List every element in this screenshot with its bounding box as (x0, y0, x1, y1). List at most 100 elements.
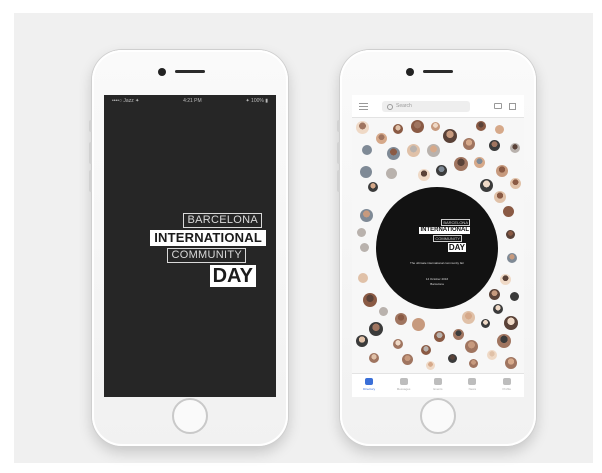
member-avatar[interactable] (411, 318, 425, 332)
member-avatar[interactable] (393, 339, 404, 350)
home-button[interactable] (420, 398, 456, 434)
tab-label: Directory (363, 387, 376, 391)
directory-icon (365, 378, 374, 385)
member-avatar[interactable] (452, 328, 464, 340)
member-avatar[interactable] (387, 147, 401, 161)
member-avatar[interactable] (402, 354, 414, 366)
member-avatar[interactable] (494, 125, 504, 135)
search-icon (387, 104, 393, 110)
member-avatar[interactable] (359, 209, 373, 223)
member-avatar[interactable] (411, 120, 425, 134)
tab-directory[interactable]: Directory (355, 378, 383, 391)
member-avatar[interactable] (393, 123, 404, 134)
search-input[interactable]: Search (382, 101, 470, 112)
tab-label: News (468, 387, 477, 391)
member-avatar[interactable] (480, 318, 490, 328)
tab-label: Events (433, 387, 443, 391)
event-tagline: The ultimate international community fai… (409, 261, 465, 265)
member-avatar[interactable] (406, 144, 420, 158)
grid-view-icon[interactable] (509, 103, 516, 110)
member-avatar[interactable] (417, 168, 430, 181)
mute-switch (89, 120, 92, 132)
member-avatar[interactable] (504, 316, 519, 330)
tab-events[interactable]: Events (424, 378, 452, 391)
volume-down-button (89, 170, 92, 192)
menu-icon[interactable] (359, 103, 368, 110)
member-avatar[interactable] (376, 133, 388, 145)
event-banner-circle[interactable]: BARCELONA INTERNATIONAL COMMUNITY DAY Th… (376, 187, 498, 309)
tab-profile[interactable]: Profile (493, 378, 521, 391)
member-avatar[interactable] (473, 156, 485, 168)
member-avatar[interactable] (367, 182, 378, 193)
member-avatar[interactable] (433, 331, 445, 343)
logo-day: DAY (447, 243, 466, 252)
event-date: 14 October 2016 (425, 277, 449, 281)
member-avatar[interactable] (509, 291, 519, 301)
logo-international: INTERNATIONAL (150, 230, 266, 246)
member-avatar[interactable] (486, 349, 497, 360)
member-avatar[interactable] (359, 166, 372, 179)
member-avatar[interactable] (504, 357, 517, 370)
member-avatar[interactable] (379, 307, 389, 317)
member-avatar[interactable] (442, 128, 457, 143)
logo-barcelona: BARCELONA (183, 213, 262, 228)
profile-icon (502, 378, 511, 385)
member-avatar[interactable] (509, 143, 520, 154)
member-avatar[interactable] (462, 311, 476, 325)
mute-switch (337, 120, 340, 132)
app-header: Search (352, 95, 524, 118)
member-avatar[interactable] (489, 288, 501, 300)
member-avatar[interactable] (386, 168, 398, 180)
member-avatar[interactable] (493, 304, 504, 315)
member-avatar[interactable] (464, 340, 478, 354)
filter-icon[interactable] (494, 103, 502, 109)
member-avatar[interactable] (499, 274, 511, 286)
tab-messages[interactable]: Messages (390, 378, 418, 391)
front-camera (158, 68, 166, 76)
member-avatar[interactable] (427, 143, 441, 157)
member-avatar[interactable] (356, 121, 370, 135)
tab-news[interactable]: News (458, 378, 486, 391)
member-avatar[interactable] (494, 190, 507, 203)
member-avatar[interactable] (355, 335, 368, 348)
member-avatar[interactable] (448, 353, 458, 363)
battery-indicator: ✦ 100% ▮ (245, 98, 268, 104)
member-avatar[interactable] (479, 179, 493, 192)
member-avatar[interactable] (436, 164, 447, 176)
logo-international: INTERNATIONAL (419, 227, 470, 234)
member-avatar[interactable] (505, 229, 515, 239)
status-time: 4:21 PM (183, 98, 202, 104)
event-logo: BARCELONA INTERNATIONAL COMMUNITY DAY (118, 213, 266, 289)
member-avatar[interactable] (503, 206, 515, 218)
status-bar: ••••○ Jazz ✦ 4:21 PM ✦ 100% ▮ (104, 95, 276, 107)
member-avatar[interactable] (475, 121, 486, 132)
message-icon (399, 378, 408, 385)
front-camera (406, 68, 414, 76)
tab-label: Messages (396, 387, 411, 391)
member-avatar[interactable] (359, 243, 369, 253)
member-avatar[interactable] (358, 273, 369, 284)
member-avatar[interactable] (363, 293, 378, 308)
member-avatar[interactable] (453, 157, 468, 172)
home-button[interactable] (172, 398, 208, 434)
events-icon (433, 378, 442, 385)
directory-screen: Search BARCELONA INTERNATIONAL COMMUNITY… (352, 95, 524, 397)
member-avatar[interactable] (489, 140, 501, 152)
member-avatar[interactable] (431, 122, 441, 132)
member-avatar[interactable] (394, 313, 407, 326)
member-avatar[interactable] (357, 227, 367, 237)
member-avatar[interactable] (368, 352, 379, 363)
member-avatar[interactable] (496, 333, 511, 348)
member-avatar[interactable] (468, 358, 478, 368)
volume-up-button (337, 142, 340, 164)
member-avatar[interactable] (425, 360, 435, 370)
tab-bar: Directory Messages Events News Profile (352, 373, 524, 397)
volume-up-button (89, 142, 92, 164)
member-avatar[interactable] (506, 252, 517, 263)
member-avatar[interactable] (421, 345, 432, 356)
member-avatar[interactable] (463, 137, 476, 150)
member-avatar[interactable] (496, 165, 509, 178)
member-avatar[interactable] (361, 144, 372, 155)
member-avatar[interactable] (509, 177, 521, 189)
member-avatar[interactable] (369, 321, 384, 336)
